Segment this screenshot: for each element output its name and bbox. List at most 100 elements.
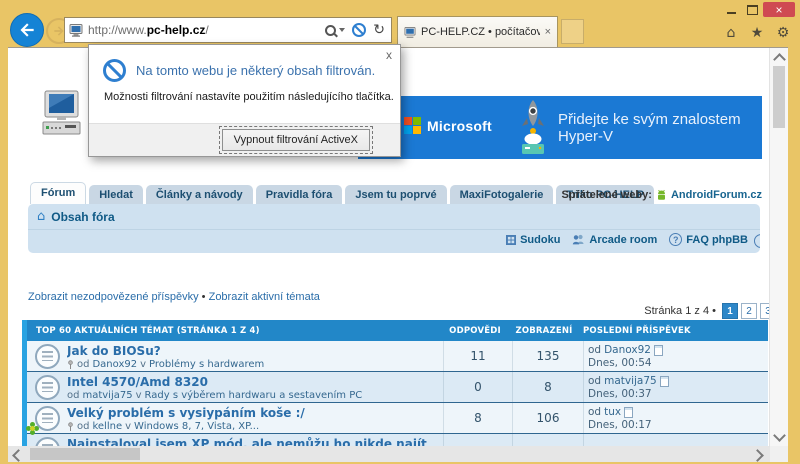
goto-last-post-icon[interactable] <box>624 407 633 418</box>
settings-gear-icon[interactable]: ⚙ <box>774 24 792 42</box>
column-last-post: POSLEDNÍ PŘÍSPĚVEK <box>579 326 768 336</box>
scroll-up-icon[interactable] <box>773 53 786 66</box>
page-number-button[interactable]: 2 <box>741 303 757 319</box>
forum-section-link[interactable]: Problémy s hardwarem <box>149 359 264 370</box>
disable-activex-filtering-button[interactable]: Vypnout filtrování ActiveX <box>222 129 370 151</box>
replies-count: 0 <box>443 372 512 402</box>
microsoft-wordmark: Microsoft <box>427 118 492 134</box>
author-link[interactable]: Danox92 <box>92 359 137 370</box>
topic-title-link[interactable]: Intel 4570/Amd 8320 <box>67 375 443 389</box>
refresh-icon[interactable]: ↻ <box>373 23 385 37</box>
home-icon[interactable]: ⌂ <box>722 24 740 42</box>
dialog-title: Na tomto webu je některý obsah filtrován… <box>136 63 375 78</box>
topic-status <box>27 341 67 371</box>
forum-section-link[interactable]: Windows 8, 7, Vista, XP... <box>134 421 259 432</box>
ad-banner[interactable]: Microsoft Přidejte ke svým znalostem Hyp… <box>358 96 762 159</box>
table-row: Velký problém s vysiypáním koše :/ od ke… <box>27 403 768 434</box>
forum-nav-tab[interactable]: Články a návody <box>146 185 253 204</box>
browser-tab[interactable]: PC-HELP.CZ • počítačové f... × <box>397 16 558 47</box>
unanswered-posts-link[interactable]: Zobrazit nezodpovězené příspěvky <box>28 291 199 303</box>
scrollbar-corner <box>770 446 788 462</box>
table-header: TOP 60 AKTUÁLNÍCH TÉMAT (STRÁNKA 1 Z 4) … <box>27 320 768 341</box>
url-text[interactable]: http://www.pc-help.cz/ <box>88 23 325 37</box>
search-button[interactable] <box>325 25 345 36</box>
scroll-right-icon[interactable] <box>751 449 764 462</box>
back-button[interactable] <box>10 13 44 47</box>
forum-nav-tab[interactable]: Jsem tu poprvé <box>345 185 446 204</box>
banner-text: Přidejte ke svým znalostem Hyper-V <box>558 96 762 159</box>
tab-favicon <box>404 27 416 38</box>
column-topics: TOP 60 AKTUÁLNÍCH TÉMAT (STRÁNKA 1 Z 4) <box>27 326 441 336</box>
chevron-down-icon <box>339 28 345 32</box>
sudoku-link[interactable]: Sudoku <box>506 234 560 246</box>
views-count: 106 <box>512 403 583 433</box>
topic-cell: Jak do BIOSu? od Danox92 v Problémy s ha… <box>67 341 443 371</box>
microsoft-squares-icon <box>404 117 421 134</box>
goto-last-post-icon[interactable] <box>654 345 663 356</box>
active-topics-link[interactable]: Zobrazit aktivní témata <box>209 291 320 303</box>
topic-filters: Zobrazit nezodpovězené příspěvky • Zobra… <box>28 291 320 303</box>
search-icon <box>325 25 336 36</box>
arcade-link[interactable]: Arcade room <box>572 234 657 246</box>
tab-close-icon[interactable]: × <box>545 26 551 38</box>
address-bar[interactable]: http://www.pc-help.cz/ ↻ <box>64 17 392 43</box>
last-author-link[interactable]: matvija75 <box>604 375 657 387</box>
topic-meta: od matvija75 v Rady s výběrem hardwaru a… <box>67 390 443 401</box>
topic-icon <box>35 375 60 400</box>
last-post-time: Dnes, 00:17 <box>588 419 768 431</box>
forum-section-link[interactable]: Rady s výběrem hardwaru a sestavením PC <box>145 390 363 401</box>
topic-title-link[interactable]: Jak do BIOSu? <box>67 344 443 358</box>
author-link[interactable]: kellne <box>92 421 122 432</box>
horizontal-scroll-thumb[interactable] <box>30 448 140 460</box>
topic-icon <box>35 406 60 431</box>
new-tab-button[interactable] <box>561 19 584 44</box>
vertical-scroll-thumb[interactable] <box>773 66 785 128</box>
favorites-star-icon[interactable]: ★ <box>748 24 766 42</box>
last-post-cell: od tux Dnes, 00:17 <box>583 403 768 433</box>
minimize-button[interactable] <box>721 2 742 17</box>
last-author-link[interactable]: tux <box>604 406 621 418</box>
views-count: 135 <box>512 341 583 371</box>
topic-title-link[interactable]: Velký problém s vysiypáním koše :/ <box>67 406 443 420</box>
page-number-button[interactable]: 1 <box>722 303 738 319</box>
forum-index-link[interactable]: Obsah fóra <box>51 210 114 224</box>
friendly-site-link[interactable]: AndroidForum.cz <box>671 189 762 201</box>
topic-icon <box>35 344 60 369</box>
forum-nav-tab[interactable]: Fórum <box>30 182 86 204</box>
forum-home-icon[interactable]: ⌂ <box>37 210 45 223</box>
scroll-down-icon[interactable] <box>773 429 786 442</box>
members-icon-clipped[interactable] <box>754 234 760 248</box>
horizontal-scrollbar[interactable] <box>8 446 770 462</box>
goto-last-post-icon[interactable] <box>660 376 669 387</box>
scroll-left-icon[interactable] <box>12 449 25 462</box>
site-favicon <box>69 24 83 37</box>
faq-link[interactable]: ?FAQ phpBB <box>669 233 748 246</box>
last-post-time: Dnes, 00:37 <box>588 388 768 400</box>
column-replies: ODPOVĚDI <box>441 326 509 336</box>
activex-filter-dialog: x Na tomto webu je některý obsah filtrov… <box>88 44 401 157</box>
close-button[interactable]: × <box>763 2 795 17</box>
topic-meta: od Danox92 v Problémy s hardwarem <box>67 359 443 370</box>
pc-help-logo <box>38 89 86 143</box>
views-count: 8 <box>512 372 583 402</box>
page-count-label: Stránka 1 z 4 • <box>644 305 716 317</box>
vertical-scrollbar[interactable] <box>769 48 788 447</box>
dialog-message: Možnosti filtrování nastavíte použitím n… <box>89 82 400 103</box>
topic-status <box>27 372 67 402</box>
author-link[interactable]: matvija75 <box>82 390 132 401</box>
pagination: Stránka 1 z 4 • 1 2 3 <box>644 303 776 319</box>
browser-chrome: http://www.pc-help.cz/ ↻ PC-HELP.CZ • po… <box>0 0 800 47</box>
forum-nav-tab[interactable]: Pravidla fóra <box>256 185 343 204</box>
forum-header-box: ⌂ Obsah fóra Sudoku Arcade room ?FAQ php… <box>28 204 760 253</box>
maximize-button[interactable] <box>742 2 763 17</box>
dialog-close-icon[interactable]: x <box>386 48 392 62</box>
last-author-link[interactable]: Danox92 <box>604 344 651 356</box>
topic-cell: Intel 4570/Amd 8320 od matvija75 v Rady … <box>67 372 443 402</box>
question-icon: ? <box>669 233 682 246</box>
activex-filter-icon[interactable] <box>352 23 366 37</box>
sudoku-grid-icon <box>506 235 516 245</box>
forum-nav-tab[interactable]: MaxiFotogalerie <box>450 185 554 204</box>
topics-table: TOP 60 AKTUÁLNÍCH TÉMAT (STRÁNKA 1 Z 4) … <box>22 320 768 462</box>
forum-nav-tab[interactable]: Hledat <box>89 185 143 204</box>
window-controls: × <box>721 2 795 17</box>
